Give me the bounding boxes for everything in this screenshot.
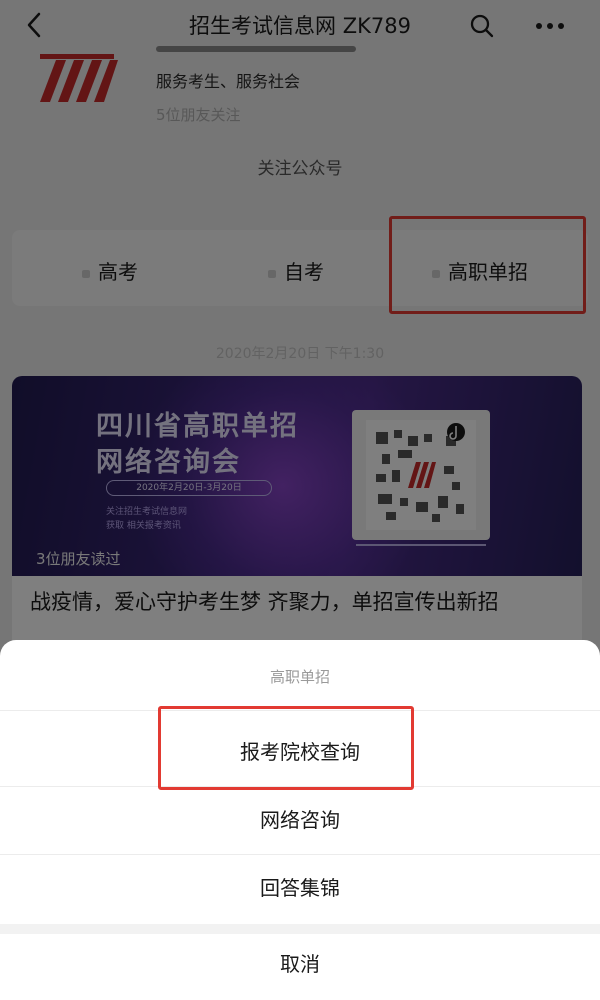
action-sheet: 高职单招 报考院校查询 网络咨询 回答集锦 取消 <box>0 640 600 1000</box>
action-sheet-title: 高职单招 <box>269 668 330 686</box>
menu-item-online-consultation[interactable]: 网络咨询 <box>0 804 600 833</box>
cancel-button[interactable]: 取消 <box>0 948 600 977</box>
sheet-separator <box>0 924 600 934</box>
menu-item-answer-collection[interactable]: 回答集锦 <box>0 872 600 901</box>
divider <box>0 854 600 855</box>
highlight-box-menu-item <box>158 706 414 790</box>
